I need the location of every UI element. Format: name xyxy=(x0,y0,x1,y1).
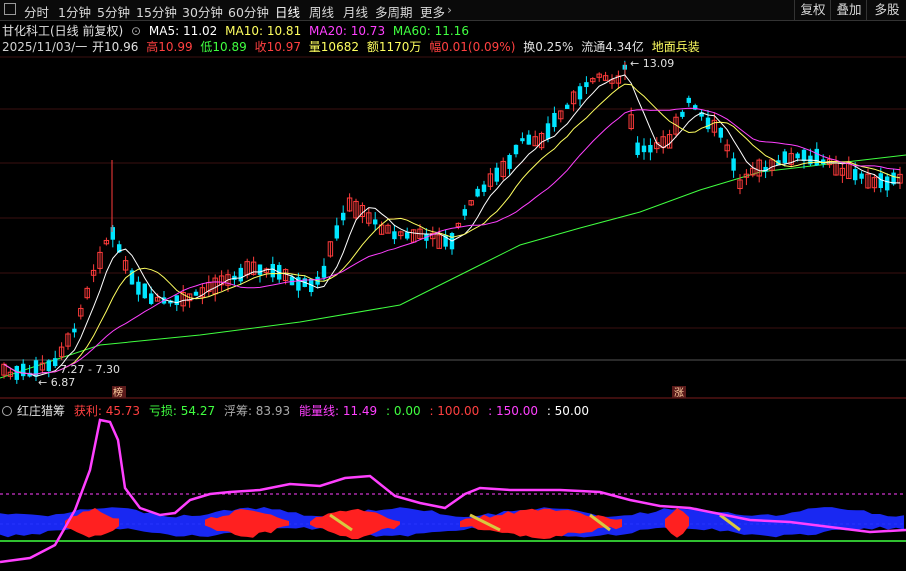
candle-down xyxy=(513,144,519,155)
candle-down xyxy=(341,212,346,221)
candle-down xyxy=(257,264,263,275)
candle-down xyxy=(782,151,787,164)
candle-down xyxy=(885,176,890,191)
candle-down xyxy=(648,144,653,153)
candle-down xyxy=(334,225,339,239)
candle-down xyxy=(718,127,723,138)
ma60-line xyxy=(0,154,906,379)
candle-down xyxy=(149,293,154,304)
candle-down xyxy=(731,158,736,171)
candle-down xyxy=(392,231,397,240)
candle-down xyxy=(641,145,647,153)
candle-down xyxy=(238,267,243,282)
float-label: 浮筹: 83.93 xyxy=(223,404,291,418)
loss-band xyxy=(0,507,904,538)
v0-label: : 0.00 xyxy=(386,404,421,418)
candle-down xyxy=(494,167,499,182)
candle-down xyxy=(814,148,819,166)
low-price-label: ← 6.87 xyxy=(38,376,75,389)
candle-down xyxy=(584,82,589,88)
candle-down xyxy=(565,104,570,109)
candle-down xyxy=(507,154,512,169)
range-price-label: 7.27 - 7.30 xyxy=(60,363,120,376)
candle-down xyxy=(14,365,19,380)
energy-label: 能量线: 11.49 xyxy=(298,404,378,418)
candle-down xyxy=(526,134,531,145)
profit-label: 获利: 45.73 xyxy=(73,404,141,418)
ma10-line xyxy=(3,83,901,375)
candle-down xyxy=(46,360,51,372)
candle-down xyxy=(136,281,141,295)
candle-down xyxy=(475,188,480,197)
candle-down xyxy=(795,153,800,159)
tag2-label: 涨 xyxy=(674,387,684,399)
candle-down xyxy=(853,169,858,181)
candle-down xyxy=(462,209,467,216)
ma5-line xyxy=(3,74,900,377)
candle-down xyxy=(321,265,327,278)
candle-down xyxy=(577,86,583,100)
v100-label: : 100.00 xyxy=(429,404,480,418)
candle-down xyxy=(72,328,77,333)
candle-down xyxy=(686,97,691,103)
candle-down xyxy=(635,142,640,155)
candle-down xyxy=(705,117,711,130)
candle-down xyxy=(859,173,864,179)
indicator-title-line: 红庄猎筹 获利: 45.73 亏损: 54.27 浮筹: 83.93 能量线: … xyxy=(2,402,594,419)
peak-price-label: ← 13.09 xyxy=(630,57,674,70)
candle-down xyxy=(481,184,487,192)
tag1-label: 榜 xyxy=(113,386,123,399)
candle-down xyxy=(21,363,26,377)
indicator-settings-icon[interactable] xyxy=(2,406,12,416)
candle-down xyxy=(520,138,525,142)
candle-down xyxy=(545,123,551,139)
v150-label: : 150.00 xyxy=(488,404,538,418)
candle-down xyxy=(801,149,807,162)
candle-down xyxy=(142,283,147,299)
kline-chart[interactable]: ← 13.09 ← 6.877.27 - 7.30 榜 涨 xyxy=(0,0,906,571)
candle-down xyxy=(53,358,58,367)
candle-down xyxy=(193,291,199,296)
candle-down xyxy=(174,295,179,305)
candle-down xyxy=(405,232,410,239)
candle-down xyxy=(680,111,685,117)
candle-down xyxy=(270,263,275,278)
loss-label: 亏损: 54.27 xyxy=(148,404,216,418)
candle-down xyxy=(552,112,557,128)
candle-down xyxy=(373,219,378,225)
indicator-name: 红庄猎筹 xyxy=(17,404,66,418)
v50-label: : 50.00 xyxy=(546,404,590,418)
candle-down xyxy=(110,227,115,240)
